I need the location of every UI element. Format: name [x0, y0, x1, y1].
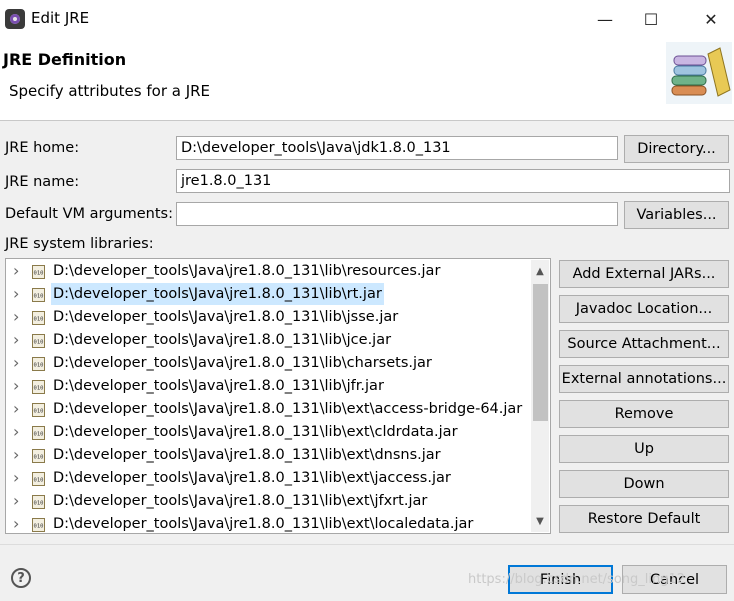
library-row[interactable]: › 010 D:\developer_tools\Java\jre1.8.0_131… [6, 329, 532, 351]
down-button[interactable]: Down [559, 470, 729, 498]
chevron-right-icon[interactable]: › [13, 398, 23, 420]
remove-button[interactable]: Remove [559, 400, 729, 428]
jar-icon: 010 [32, 333, 45, 348]
library-row[interactable]: › 010 D:\developer_tools\Java\jre1.8.0_131… [6, 467, 532, 489]
chevron-right-icon[interactable]: › [13, 490, 23, 512]
vm-args-label: Default VM arguments: [5, 206, 173, 222]
jar-icon: 010 [32, 310, 45, 325]
close-icon: ✕ [704, 9, 718, 29]
variables-button[interactable]: Variables... [624, 201, 729, 229]
svg-text:010: 010 [34, 501, 44, 507]
svg-text:010: 010 [34, 386, 44, 392]
library-path: D:\developer_tools\Java\jre1.8.0_131\lib… [53, 493, 428, 509]
chevron-right-icon[interactable]: › [13, 352, 23, 374]
directory-button[interactable]: Directory... [624, 135, 729, 163]
library-row[interactable]: › 010 D:\developer_tools\Java\jre1.8.0_131… [6, 490, 532, 512]
svg-text:010: 010 [34, 524, 44, 530]
svg-text:010: 010 [34, 317, 44, 323]
jre-name-label: JRE name: [5, 174, 80, 190]
help-icon[interactable]: ? [11, 568, 31, 588]
source-attachment-button[interactable]: Source Attachment... [559, 330, 729, 358]
close-button[interactable]: ✕ [688, 0, 734, 38]
jar-icon: 010 [32, 402, 45, 417]
svg-text:010: 010 [34, 340, 44, 346]
jar-icon: 010 [32, 448, 45, 463]
external-annotations-button[interactable]: External annotations... [559, 365, 729, 393]
maximize-button[interactable]: ☐ [628, 0, 674, 38]
chevron-right-icon[interactable]: › [13, 467, 23, 489]
library-path: D:\developer_tools\Java\jre1.8.0_131\lib… [53, 424, 458, 440]
svg-text:010: 010 [34, 271, 44, 277]
minimize-button[interactable]: — [582, 0, 628, 38]
library-path: D:\developer_tools\Java\jre1.8.0_131\lib… [53, 470, 451, 486]
scroll-up-icon[interactable]: ▲ [531, 260, 549, 282]
library-path: D:\developer_tools\Java\jre1.8.0_131\lib… [53, 401, 523, 417]
library-row[interactable]: › 010 D:\developer_tools\Java\jre1.8.0_131… [6, 513, 532, 533]
footer-divider [0, 544, 734, 545]
library-path: D:\developer_tools\Java\jre1.8.0_131\lib… [53, 309, 399, 325]
chevron-right-icon[interactable]: › [13, 306, 23, 328]
library-row[interactable]: › 010 D:\developer_tools\Java\jre1.8.0_131… [6, 306, 532, 328]
library-path: D:\developer_tools\Java\jre1.8.0_131\lib… [53, 332, 392, 348]
svg-text:010: 010 [34, 455, 44, 461]
jar-icon: 010 [32, 425, 45, 440]
page-title: JRE Definition [3, 50, 127, 69]
scroll-thumb[interactable] [533, 284, 548, 421]
library-path: D:\developer_tools\Java\jre1.8.0_131\lib… [53, 378, 384, 394]
library-path: D:\developer_tools\Java\jre1.8.0_131\lib… [51, 283, 384, 305]
page-subtitle: Specify attributes for a JRE [9, 82, 211, 100]
scroll-down-icon[interactable]: ▼ [531, 510, 549, 532]
jar-icon: 010 [32, 287, 45, 302]
chevron-right-icon[interactable]: › [13, 513, 23, 533]
books-icon [666, 42, 732, 104]
library-list[interactable]: › 010 D:\developer_tools\Java\jre1.8.0_131… [5, 258, 551, 534]
jar-icon: 010 [32, 264, 45, 279]
library-row[interactable]: › 010 D:\developer_tools\Java\jre1.8.0_131… [6, 398, 532, 420]
jar-icon: 010 [32, 356, 45, 371]
restore-default-button[interactable]: Restore Default [559, 505, 729, 533]
library-row[interactable]: › 010 D:\developer_tools\Java\jre1.8.0_131… [6, 375, 532, 397]
chevron-right-icon[interactable]: › [13, 375, 23, 397]
vm-args-field[interactable] [176, 202, 618, 226]
library-row[interactable]: › 010 D:\developer_tools\Java\jre1.8.0_131… [6, 421, 532, 443]
jar-icon: 010 [32, 494, 45, 509]
jar-icon: 010 [32, 379, 45, 394]
chevron-right-icon[interactable]: › [13, 444, 23, 466]
window-title: Edit JRE [31, 9, 90, 27]
library-row[interactable]: › 010 D:\developer_tools\Java\jre1.8.0_131… [6, 444, 532, 466]
svg-text:010: 010 [34, 432, 44, 438]
jre-name-field[interactable]: jre1.8.0_131 [176, 169, 730, 193]
jar-icon: 010 [32, 471, 45, 486]
eclipse-icon [5, 9, 25, 29]
chevron-right-icon[interactable]: › [13, 329, 23, 351]
watermark: https://blog.csdn.net/song_ling12 [468, 572, 686, 587]
minimize-icon: — [597, 9, 613, 29]
library-row[interactable]: › 010 D:\developer_tools\Java\jre1.8.0_131… [6, 283, 532, 305]
up-button[interactable]: Up [559, 435, 729, 463]
libraries-label: JRE system libraries: [5, 236, 154, 252]
chevron-right-icon[interactable]: › [13, 260, 23, 282]
svg-text:010: 010 [34, 294, 44, 300]
jar-icon: 010 [32, 517, 45, 532]
svg-text:010: 010 [34, 363, 44, 369]
library-path: D:\developer_tools\Java\jre1.8.0_131\lib… [53, 447, 441, 463]
library-path: D:\developer_tools\Java\jre1.8.0_131\lib… [53, 355, 432, 371]
add-external-jars-button[interactable]: Add External JARs... [559, 260, 729, 288]
jre-home-field[interactable]: D:\developer_tools\Java\jdk1.8.0_131 [176, 136, 618, 160]
maximize-icon: ☐ [643, 9, 659, 29]
library-path: D:\developer_tools\Java\jre1.8.0_131\lib… [53, 263, 441, 279]
library-row[interactable]: › 010 D:\developer_tools\Java\jre1.8.0_131… [6, 352, 532, 374]
svg-text:010: 010 [34, 478, 44, 484]
javadoc-location-button[interactable]: Javadoc Location... [559, 295, 729, 323]
jre-home-label: JRE home: [5, 140, 80, 156]
library-row[interactable]: › 010 D:\developer_tools\Java\jre1.8.0_131… [6, 260, 532, 282]
svg-text:010: 010 [34, 409, 44, 415]
library-path: D:\developer_tools\Java\jre1.8.0_131\lib… [53, 516, 474, 532]
chevron-right-icon[interactable]: › [13, 283, 23, 305]
chevron-right-icon[interactable]: › [13, 421, 23, 443]
